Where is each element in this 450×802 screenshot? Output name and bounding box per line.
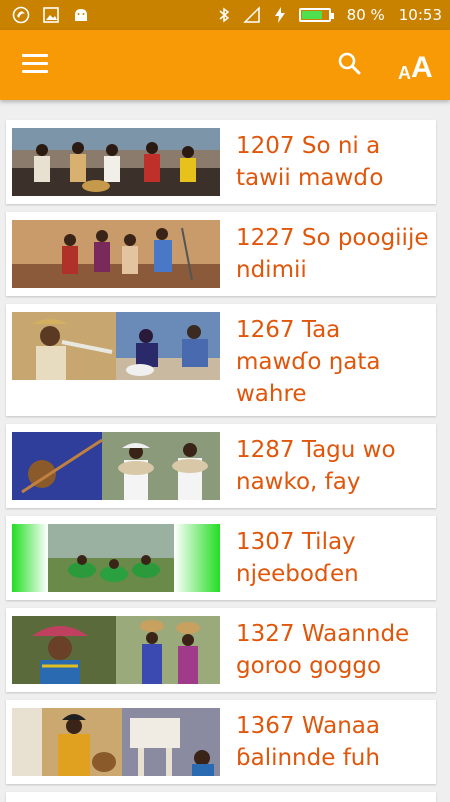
song-title: 1367 Wanaa ɓalinnde fuh <box>236 713 380 771</box>
font-size-big-label: A <box>411 51 433 84</box>
song-thumbnail <box>12 312 220 380</box>
song-thumbnail <box>12 128 220 196</box>
battery-icon <box>298 8 334 22</box>
song-title: 1267 Taa mawɗo ŋata wahre <box>236 317 381 407</box>
bluetooth-icon <box>219 7 229 23</box>
song-title: 1287 Tagu wo nawko, fay <box>236 437 396 495</box>
signal-icon <box>242 6 260 23</box>
app-icon <box>12 6 30 24</box>
charging-icon <box>274 7 285 23</box>
song-list-item[interactable]: 1227 So poogiije ndimii <box>6 212 436 296</box>
song-thumbnail <box>12 616 220 684</box>
song-list-item[interactable]: 1327 Waannde goroo goggo <box>6 608 436 692</box>
song-title: 1327 Waannde goroo goggo <box>236 621 410 679</box>
song-list-item[interactable]: 1267 Taa mawɗo ŋata wahre <box>6 304 436 416</box>
menu-icon[interactable] <box>22 54 48 76</box>
song-list-item[interactable]: 1307 Tilay njeeboɗen <box>6 516 436 600</box>
clock: 10:53 <box>398 6 442 24</box>
song-thumbnail <box>12 220 220 288</box>
battery-level <box>301 11 323 19</box>
song-list-item-partial[interactable] <box>6 792 436 802</box>
song-list: 1207 So ni a tawii mawɗo 1227 So poogiij… <box>6 120 436 802</box>
search-icon[interactable] <box>336 50 364 78</box>
gallery-icon <box>43 7 59 23</box>
song-list-item[interactable]: 1287 Tagu wo nawko, fay <box>6 424 436 508</box>
android-icon <box>75 9 87 21</box>
song-title: 1227 So poogiije ndimii <box>236 225 429 283</box>
font-size-small-label: A <box>398 63 411 83</box>
battery-percent: 80 % <box>346 6 385 24</box>
font-size-button[interactable]: AA <box>398 46 434 84</box>
song-list-item[interactable]: 1367 Wanaa ɓalinnde fuh <box>6 700 436 784</box>
status-bar: 80 % 10:53 <box>0 0 450 30</box>
song-thumbnail <box>12 432 220 500</box>
song-title: 1207 So ni a tawii mawɗo <box>236 133 384 191</box>
song-thumbnail <box>12 524 220 592</box>
app-toolbar: AA <box>0 30 450 100</box>
song-title: 1307 Tilay njeeboɗen <box>236 529 359 587</box>
song-list-item[interactable]: 1207 So ni a tawii mawɗo <box>6 120 436 204</box>
song-thumbnail <box>12 708 220 776</box>
